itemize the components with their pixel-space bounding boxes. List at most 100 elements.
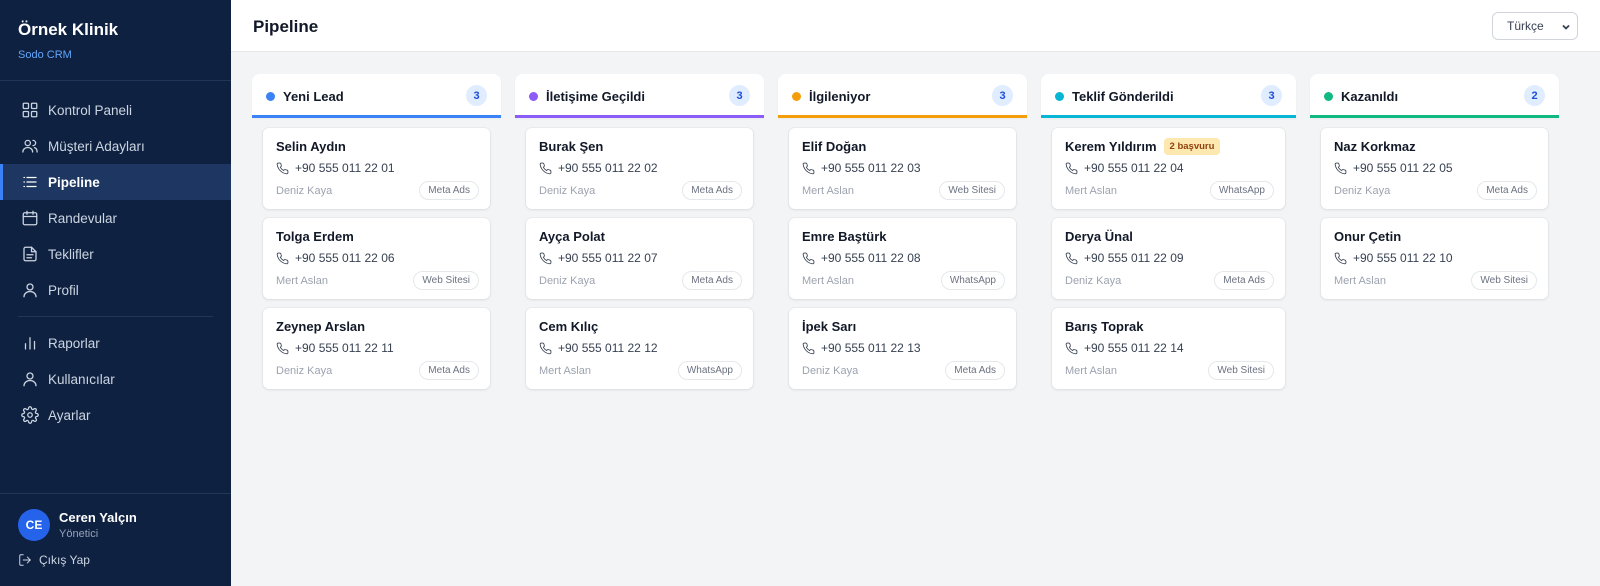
sidebar-item-dashboard[interactable]: Kontrol Paneli <box>0 92 231 128</box>
sidebar-item-label: Raporlar <box>48 335 100 351</box>
list-icon <box>21 173 39 191</box>
lead-source-badge: Meta Ads <box>945 361 1005 380</box>
sidebar-item-leads[interactable]: Müşteri Adayları <box>0 128 231 164</box>
lead-phone-row: +90 555 011 22 12 <box>539 341 740 355</box>
lead-name: Ayça Polat <box>539 229 605 244</box>
sidebar-item-appointments[interactable]: Randevular <box>0 200 231 236</box>
phone-icon <box>1065 252 1078 264</box>
lead-card[interactable]: Ayça Polat +90 555 011 22 07 Deniz Kaya Met… <box>526 218 753 299</box>
lead-card[interactable]: Derya Ünal +90 555 011 22 09 Deniz Kaya Met… <box>1052 218 1285 299</box>
phone-icon <box>539 342 552 354</box>
user-name: Ceren Yalçın <box>59 510 137 525</box>
lead-name-row: Zeynep Arslan <box>276 319 477 334</box>
sidebar-item-reports[interactable]: Raporlar <box>0 325 231 361</box>
lead-card[interactable]: İpek Sarı +90 555 011 22 13 Deniz Kaya Meta… <box>789 308 1016 389</box>
lead-card[interactable]: Selin Aydın +90 555 011 22 01 Deniz Kaya Me… <box>263 128 490 209</box>
column-header: İlgileniyor 3 <box>778 74 1027 118</box>
lead-source-badge: Web Sitesi <box>1208 361 1274 380</box>
sidebar-item-users[interactable]: Kullanıcılar <box>0 361 231 397</box>
lead-card[interactable]: Zeynep Arslan +90 555 011 22 11 Deniz Kaya… <box>263 308 490 389</box>
column-title: İlgileniyor <box>809 88 871 104</box>
column-color-bar <box>1041 115 1296 118</box>
column-count-badge: 2 <box>1524 85 1545 106</box>
lead-phone: +90 555 011 22 05 <box>1353 161 1453 175</box>
avatar: CE <box>18 509 50 541</box>
lead-owner: Mert Aslan <box>802 184 854 197</box>
sidebar-item-settings[interactable]: Ayarlar <box>0 397 231 433</box>
lead-phone-row: +90 555 011 22 14 <box>1065 341 1272 355</box>
lead-source-badge: Meta Ads <box>419 181 479 200</box>
lead-phone: +90 555 011 22 10 <box>1353 251 1453 265</box>
logout-button[interactable]: Çıkış Yap <box>18 553 213 567</box>
lead-name: Elif Doğan <box>802 139 867 154</box>
lead-card[interactable]: Burak Şen +90 555 011 22 02 Deniz Kaya Meta… <box>526 128 753 209</box>
lead-phone-row: +90 555 011 22 06 <box>276 251 477 265</box>
lead-source-badge: Meta Ads <box>682 181 742 200</box>
user-icon <box>21 370 39 388</box>
phone-icon <box>802 342 815 354</box>
column-title: Yeni Lead <box>283 88 344 104</box>
sidebar-item-label: Pipeline <box>48 174 100 190</box>
column-cards: Elif Doğan +90 555 011 22 03 Mert Aslan Web… <box>778 118 1027 389</box>
lead-name-row: Cem Kılıç <box>539 319 740 334</box>
lead-name-row: Kerem Yıldırım 2 başvuru <box>1065 138 1272 155</box>
column-color-bar <box>778 115 1027 118</box>
user-icon <box>21 281 39 299</box>
lead-owner: Deniz Kaya <box>1065 274 1122 287</box>
lead-phone-row: +90 555 011 22 05 <box>1334 161 1535 175</box>
lead-owner: Deniz Kaya <box>539 274 596 287</box>
lead-card[interactable]: Tolga Erdem +90 555 011 22 06 Mert Aslan We… <box>263 218 490 299</box>
language-select[interactable]: Türkçe <box>1492 12 1578 40</box>
user-panel: CE Ceren Yalçın Yönetici Çıkış Yap <box>0 493 231 586</box>
column-offer-sent: Teklif Gönderildi 3 Kerem Yıldırım 2 başvur… <box>1041 74 1296 398</box>
lead-phone-row: +90 555 011 22 04 <box>1065 161 1272 175</box>
column-count-badge: 3 <box>1261 85 1282 106</box>
lead-card[interactable]: Onur Çetin +90 555 011 22 10 Mert Aslan Web… <box>1321 218 1548 299</box>
lead-name: Selin Aydın <box>276 139 346 154</box>
lead-source-badge: Web Sitesi <box>1471 271 1537 290</box>
lead-card[interactable]: Naz Korkmaz +90 555 011 22 05 Deniz Kaya Me… <box>1321 128 1548 209</box>
lead-phone: +90 555 011 22 12 <box>558 341 658 355</box>
column-title: Teklif Gönderildi <box>1072 88 1174 104</box>
lead-source-badge: WhatsApp <box>677 361 742 380</box>
lead-card-footer: Deniz Kaya Meta Ads <box>539 271 742 290</box>
sidebar-item-label: Ayarlar <box>48 407 91 423</box>
column-interested: İlgileniyor 3 Elif Doğan +90 555 011 22 03 M… <box>778 74 1027 398</box>
lead-owner: Deniz Kaya <box>802 364 859 377</box>
gear-icon <box>21 406 39 424</box>
column-title: İletişime Geçildi <box>546 88 645 104</box>
lead-card[interactable]: Barış Toprak +90 555 011 22 14 Mert Aslan W… <box>1052 308 1285 389</box>
lead-name: Derya Ünal <box>1065 229 1133 244</box>
lead-card[interactable]: Elif Doğan +90 555 011 22 03 Mert Aslan Web… <box>789 128 1016 209</box>
sidebar-item-label: Randevular <box>48 210 118 226</box>
lead-phone: +90 555 011 22 01 <box>295 161 395 175</box>
lead-card[interactable]: Kerem Yıldırım 2 başvuru +90 555 011 22 04… <box>1052 128 1285 209</box>
phone-icon <box>276 342 289 354</box>
lead-card[interactable]: Cem Kılıç +90 555 011 22 12 Mert Aslan What… <box>526 308 753 389</box>
lead-name-row: Barış Toprak <box>1065 319 1272 334</box>
lead-phone: +90 555 011 22 04 <box>1084 161 1184 175</box>
column-won: Kazanıldı 2 Naz Korkmaz +90 555 011 22 05 De… <box>1310 74 1559 308</box>
sidebar: Örnek Klinik Sodo CRM Kontrol Paneli Müş… <box>0 0 231 586</box>
sidebar-item-offers[interactable]: Teklifler <box>0 236 231 272</box>
lead-phone: +90 555 011 22 07 <box>558 251 658 265</box>
phone-icon <box>539 252 552 264</box>
lead-phone: +90 555 011 22 09 <box>1084 251 1184 265</box>
lead-phone-row: +90 555 011 22 11 <box>276 341 477 355</box>
lead-card-footer: Deniz Kaya Meta Ads <box>802 361 1005 380</box>
column-header: İletişime Geçildi 3 <box>515 74 764 118</box>
sidebar-item-profile[interactable]: Profil <box>0 272 231 308</box>
lead-phone: +90 555 011 22 03 <box>821 161 921 175</box>
lead-name-row: Naz Korkmaz <box>1334 139 1535 154</box>
sidebar-item-pipeline[interactable]: Pipeline <box>0 164 231 200</box>
lead-source-badge: Meta Ads <box>1214 271 1274 290</box>
lead-card[interactable]: Emre Baştürk +90 555 011 22 08 Mert Aslan W… <box>789 218 1016 299</box>
page-title: Pipeline <box>253 17 319 36</box>
document-icon <box>21 245 39 263</box>
column-status-dot <box>1055 91 1064 101</box>
lead-name: Onur Çetin <box>1334 229 1402 244</box>
column-header: Kazanıldı 2 <box>1310 74 1559 118</box>
column-title: Kazanıldı <box>1341 88 1399 104</box>
phone-icon <box>276 252 289 264</box>
lead-name: Cem Kılıç <box>539 319 599 334</box>
